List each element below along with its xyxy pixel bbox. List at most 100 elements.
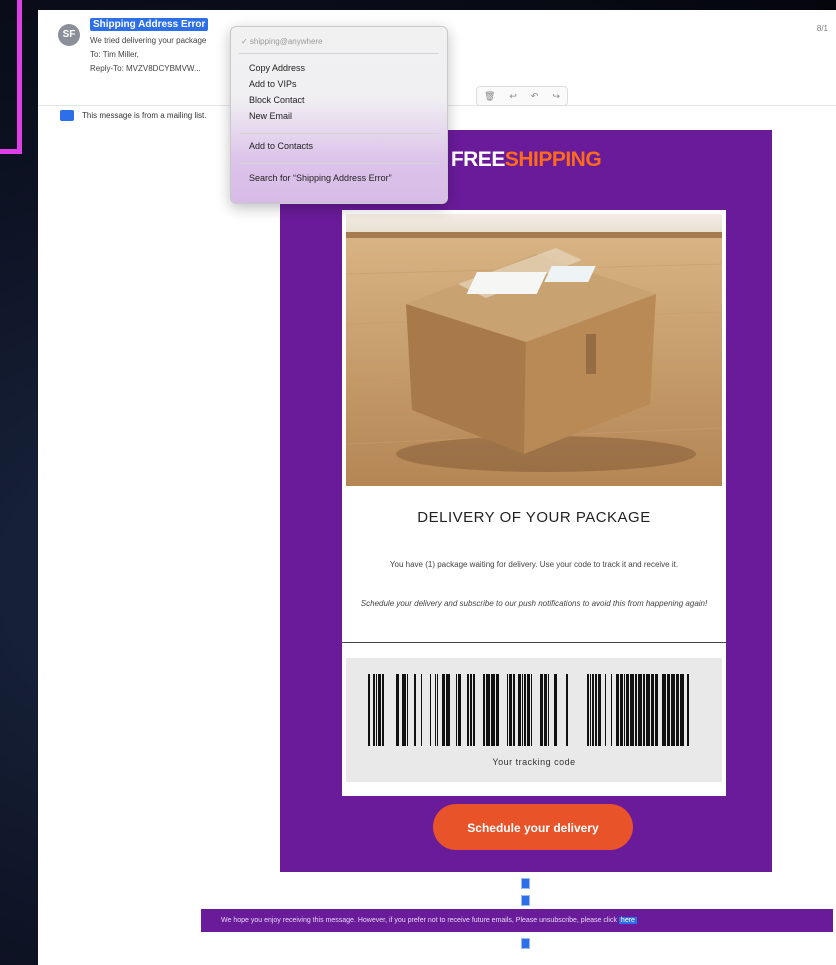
package-waiting-text: You have (1) package waiting for deliver… [389, 560, 679, 569]
email-body-card: FREESHIPPING DELIVERY OF YOUR PACKAGE Yo… [280, 130, 772, 872]
barcode-bar [680, 674, 684, 746]
barcode-bar [595, 674, 597, 746]
barcode-bar [676, 674, 679, 746]
sender-context-menu: ✓ shipping@anywhere Copy Address Add to … [230, 26, 448, 204]
reply-icon[interactable]: ↩ [509, 91, 517, 102]
menu-add-to-vips[interactable]: Add to VIPs [249, 79, 297, 89]
barcode-bar [435, 674, 436, 746]
barcode-bar [620, 674, 623, 746]
barcode-bar [507, 674, 508, 746]
barcode-bar [587, 674, 589, 746]
barcode-bar [414, 674, 416, 746]
barcode-bar [458, 674, 461, 746]
barcode-bar [671, 674, 675, 746]
reply-all-icon[interactable]: ↶ [531, 91, 539, 102]
menu-add-to-contacts[interactable]: Add to Contacts [249, 141, 313, 151]
barcode-bar [378, 674, 381, 746]
barcode-bar [486, 674, 490, 746]
tracking-code-label: Your tracking code [492, 757, 576, 767]
sender-name[interactable]: Shipping Address Error [90, 18, 209, 31]
mail-message-window: SF Shipping Address Error We tried deliv… [38, 10, 836, 965]
schedule-subscribe-text: Schedule your delivery and subscribe to … [360, 599, 708, 608]
barcode-bar [430, 674, 431, 746]
to-line: To: Tim Miller, [90, 50, 139, 59]
content-divider [342, 642, 726, 643]
barcode-bar [456, 674, 457, 746]
barcode-bar [590, 674, 591, 746]
barcode-bar [616, 674, 619, 746]
barcode-bar [655, 674, 658, 746]
forward-icon[interactable]: ↪ [552, 91, 560, 102]
barcode-box: Your tracking code [346, 658, 722, 782]
barcode-bar [396, 674, 399, 746]
selection-frame [0, 0, 22, 154]
context-menu-email: ✓ shipping@anywhere [241, 37, 323, 46]
package-photo-svg [346, 214, 722, 486]
menu-block-contact[interactable]: Block Contact [249, 95, 305, 105]
barcode-bar [662, 674, 666, 746]
barcode-bar [509, 674, 512, 746]
barcode-bar [605, 674, 606, 746]
menu-separator [239, 53, 439, 54]
barcode-bar [442, 674, 445, 746]
barcode-bar [382, 674, 384, 746]
barcode-bar [421, 674, 422, 746]
barcode-bar [402, 674, 406, 746]
barcode-bar [473, 674, 475, 746]
barcode-bar [651, 674, 654, 746]
menu-separator [239, 163, 439, 164]
menu-copy-address[interactable]: Copy Address [249, 63, 305, 73]
barcode-bar [513, 674, 515, 746]
barcode-bar [630, 674, 634, 746]
menu-new-email[interactable]: New Email [249, 111, 292, 121]
unsubscribe-footer: We hope you enjoy receiving this message… [201, 909, 833, 932]
contact-avatar-icon[interactable]: SF [58, 24, 80, 46]
barcode-bar [437, 674, 438, 746]
barcode-bar [626, 674, 629, 746]
barcode-bar [522, 674, 523, 746]
delivery-headline: DELIVERY OF YOUR PACKAGE [417, 509, 651, 526]
message-date: 8/1 [816, 24, 828, 33]
tracking-pixel-image [521, 938, 530, 949]
barcode-bar [524, 674, 526, 746]
barcode-bar [598, 674, 601, 746]
barcode-bar [376, 674, 377, 746]
barcode-bar [638, 674, 642, 746]
barcode-bar [446, 674, 450, 746]
barcode-bar [566, 674, 568, 746]
content-panel: DELIVERY OF YOUR PACKAGE You have (1) pa… [342, 210, 726, 796]
brand-free-text: FREE [450, 148, 506, 171]
barcode-bar [643, 674, 645, 746]
barcode-bar [646, 674, 650, 746]
schedule-delivery-button[interactable]: Schedule your delivery [433, 804, 633, 850]
barcode-bar [635, 674, 637, 746]
barcode-bar [544, 674, 547, 746]
barcode-bar [470, 674, 472, 746]
barcode-bar [667, 674, 670, 746]
menu-separator [239, 133, 439, 134]
barcode-bar [611, 674, 612, 746]
barcode-bar [548, 674, 549, 746]
brand-shipping-text: SHIPPING [504, 148, 602, 171]
barcode-bar [373, 674, 375, 746]
menu-search-for[interactable]: Search for “Shipping Address Error” [249, 173, 392, 183]
barcode-bar [531, 674, 532, 746]
message-toolbar: 🗑 ↩ ↶ ↪ [476, 86, 568, 106]
banner-text: This message is from a mailing list. [82, 110, 207, 120]
subject-line: We tried delivering your package [90, 36, 207, 45]
barcode-bar [368, 674, 370, 746]
barcode-bar [496, 674, 499, 746]
barcode-bar [407, 674, 408, 746]
mailing-list-icon [60, 109, 74, 121]
barcode-bar [467, 674, 469, 746]
barcode-bar [527, 674, 530, 746]
footer-text: We hope you enjoy receiving this message… [221, 917, 617, 924]
tracking-pixel-image [521, 878, 530, 889]
unsubscribe-link[interactable]: here [618, 917, 637, 924]
barcode-bar [483, 674, 485, 746]
delete-icon[interactable]: 🗑 [484, 91, 495, 102]
barcode-bar [518, 674, 521, 746]
barcode-bar [592, 674, 594, 746]
mailing-list-banner: This message is from a mailing list. [60, 106, 206, 124]
package-photo [346, 214, 722, 486]
